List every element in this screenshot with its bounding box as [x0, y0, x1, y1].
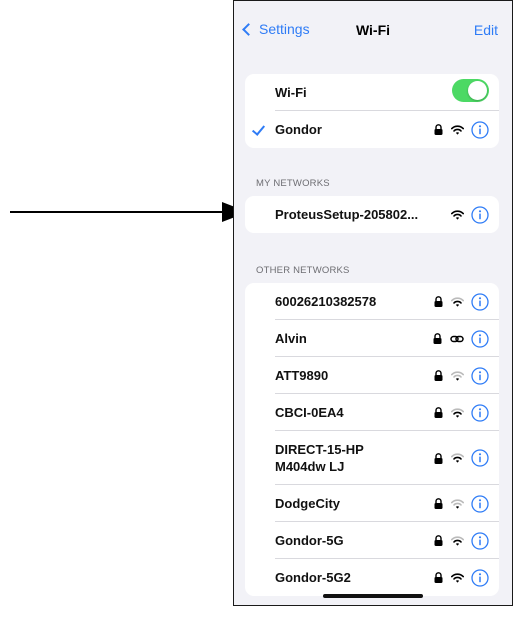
network-row[interactable]: ATT9890 — [245, 357, 499, 394]
lock-icon — [434, 535, 443, 546]
other-networks-card: 60026210382578 Alvin ATT9890 CBCI-0EA4 D… — [245, 283, 499, 596]
network-row[interactable]: 60026210382578 — [245, 283, 499, 320]
info-icon[interactable] — [471, 329, 489, 348]
connected-network-name: Gondor — [275, 122, 322, 137]
page-title: Wi-Fi — [355, 22, 391, 38]
network-name: ProteusSetup-205802... — [275, 207, 419, 222]
network-name: Gondor-5G — [275, 533, 344, 548]
lock-icon — [434, 452, 443, 464]
network-name: CBCI-0EA4 — [275, 405, 344, 420]
info-icon[interactable] — [471, 494, 489, 513]
wifi-icon — [451, 572, 464, 583]
my-networks-header: MY NETWORKS — [256, 178, 330, 189]
wifi-icon — [451, 453, 464, 463]
wifi-icon — [451, 296, 464, 307]
info-icon[interactable] — [471, 366, 489, 385]
wifi-toggle[interactable] — [452, 79, 489, 102]
lock-icon — [434, 498, 443, 509]
other-networks-header: OTHER NETWORKS — [256, 265, 350, 276]
info-icon[interactable] — [471, 205, 489, 224]
wifi-card: Wi-Fi Gondor — [245, 74, 499, 148]
network-row[interactable]: Gondor-5G — [245, 522, 499, 559]
wifi-icon — [451, 370, 464, 381]
network-name-line2: M404dw LJ — [275, 459, 345, 474]
network-row[interactable]: Gondor-5G2 — [245, 559, 499, 596]
checkmark-icon — [251, 122, 266, 136]
network-row[interactable]: ProteusSetup-205802... — [245, 196, 499, 233]
network-row[interactable]: CBCI-0EA4 — [245, 394, 499, 431]
network-name: Alvin — [275, 331, 307, 346]
network-name: 60026210382578 — [275, 294, 377, 309]
network-row[interactable]: DIRECT-15-HP M404dw LJ — [245, 431, 499, 485]
lock-icon — [434, 124, 443, 135]
navigation-bar: Settings Wi-Fi Edit — [234, 1, 512, 59]
wifi-toggle-row: Wi-Fi — [245, 74, 499, 111]
network-row[interactable]: DodgeCity — [245, 485, 499, 522]
info-icon[interactable] — [471, 449, 489, 467]
info-icon[interactable] — [471, 531, 489, 550]
lock-icon — [434, 296, 443, 307]
phone-screen: Settings Wi-Fi Edit Wi-Fi Gondor MY NETW… — [233, 0, 513, 606]
edit-button[interactable]: Edit — [474, 22, 498, 38]
network-name: DIRECT-15-HP M404dw LJ — [275, 441, 364, 475]
network-name: DodgeCity — [275, 496, 340, 511]
lock-icon — [434, 572, 443, 583]
wifi-icon — [451, 124, 464, 135]
network-name-line1: DIRECT-15-HP — [275, 442, 364, 457]
info-icon[interactable] — [471, 568, 489, 587]
lock-icon — [433, 333, 442, 344]
link-icon — [450, 335, 464, 342]
lock-icon — [434, 370, 443, 381]
wifi-icon — [451, 535, 464, 546]
annotation-arrow-line — [10, 211, 226, 213]
info-icon[interactable] — [471, 403, 489, 422]
network-row[interactable]: Alvin — [245, 320, 499, 357]
wifi-icon — [451, 209, 464, 220]
lock-icon — [434, 407, 443, 418]
wifi-icon — [451, 407, 464, 418]
connected-network-row[interactable]: Gondor — [245, 111, 499, 148]
my-networks-card: ProteusSetup-205802... — [245, 196, 499, 233]
network-name: ATT9890 — [275, 368, 329, 383]
wifi-toggle-label: Wi-Fi — [275, 85, 307, 100]
info-icon[interactable] — [471, 120, 489, 139]
home-indicator[interactable] — [323, 594, 423, 598]
wifi-icon — [451, 498, 464, 509]
network-name: Gondor-5G2 — [275, 570, 351, 585]
info-icon[interactable] — [471, 292, 489, 311]
